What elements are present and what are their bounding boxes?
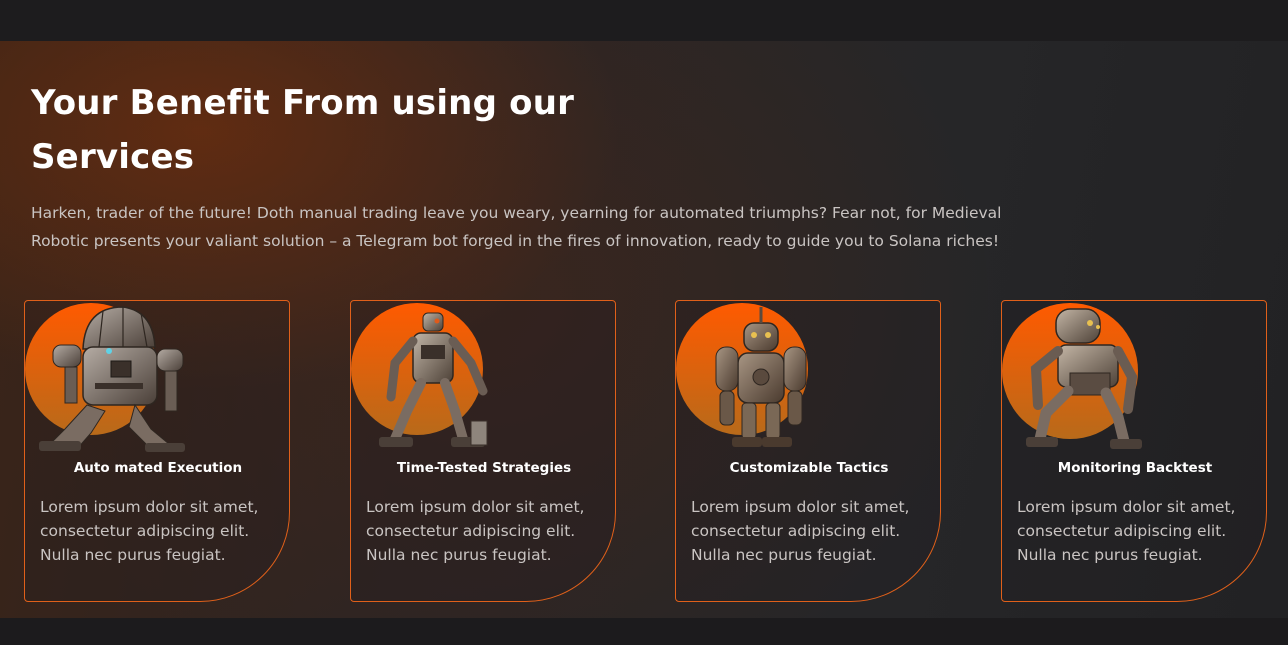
benefit-card-customizable-tactics: Customizable Tactics Lorem ipsum dolor s… [675, 300, 941, 602]
benefit-card-time-tested-strategies: Time-Tested Strategies Lorem ipsum dolor… [350, 300, 616, 602]
top-strip [0, 0, 1288, 41]
robot-round-helmet-icon [25, 303, 185, 452]
bottom-strip [0, 618, 1288, 645]
section-intro: Harken, trader of the future! Doth manua… [31, 204, 1002, 250]
card-description: Lorem ipsum dolor sit amet, consectetur … [366, 498, 585, 564]
card-title: Monitoring Backtest [1057, 460, 1213, 476]
card-title: Auto mated Execution [73, 460, 243, 476]
benefit-card-automated-execution: Auto mated Execution Lorem ipsum dolor s… [24, 300, 290, 602]
robot-standing-icon [676, 303, 808, 447]
card-description: Lorem ipsum dolor sit amet, consectetur … [40, 498, 259, 564]
robot-crouching-icon [1002, 303, 1142, 449]
section-heading: Your Benefit From using our Services [31, 83, 575, 177]
card-title: Customizable Tactics [729, 460, 889, 476]
benefit-card-monitoring-backtest: Monitoring Backtest Lorem ipsum dolor si… [1001, 300, 1267, 602]
card-description: Lorem ipsum dolor sit amet, consectetur … [1017, 498, 1236, 564]
card-description: Lorem ipsum dolor sit amet, consectetur … [691, 498, 910, 564]
card-title: Time-Tested Strategies [396, 460, 572, 476]
robot-walker-icon [351, 303, 488, 447]
